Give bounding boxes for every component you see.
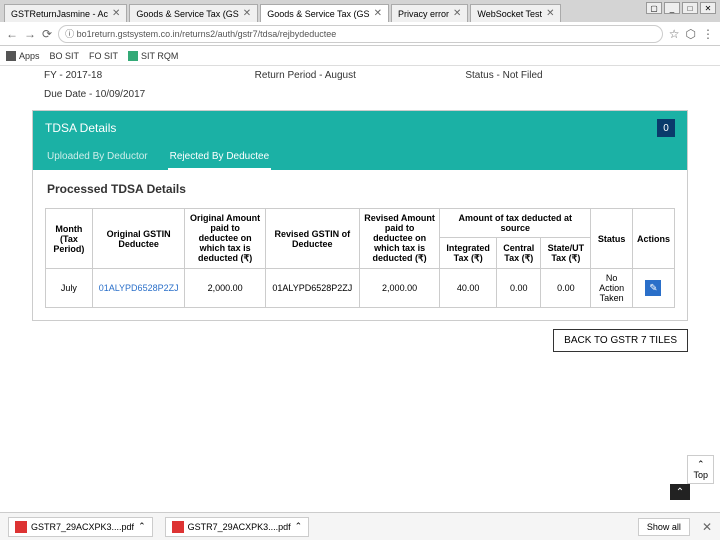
cell-month: July <box>46 269 93 308</box>
reload-icon[interactable]: ⟳ <box>42 27 52 41</box>
window-btn[interactable]: ▢ <box>646 2 662 14</box>
close-icon[interactable]: ✕ <box>546 8 554 19</box>
bookmark-label: Apps <box>19 51 40 61</box>
close-icon[interactable]: ✕ <box>374 8 382 19</box>
info-icon: ⓘ <box>65 27 74 40</box>
shield-icon[interactable]: ⬡ <box>686 27 696 41</box>
bookmark-item[interactable]: SIT RQM <box>128 51 178 61</box>
browser-tabs: GSTReturnJasmine - Ac ✕ Goods & Service T… <box>0 0 720 22</box>
apps-bookmark[interactable]: Apps <box>6 51 40 61</box>
bookmark-item[interactable]: BO SIT <box>50 51 80 61</box>
chevron-up-icon: ⌃ <box>693 459 708 470</box>
browser-tab[interactable]: GSTReturnJasmine - Ac ✕ <box>4 4 127 22</box>
tab-title: Goods & Service Tax (GS <box>136 9 238 19</box>
col-ctax: Central Tax (₹) <box>497 238 541 269</box>
panel-header: TDSA Details 0 <box>33 111 687 145</box>
tab-uploaded[interactable]: Uploaded By Deductor <box>45 145 150 170</box>
cell-orig-amt: 2,000.00 <box>185 269 265 308</box>
pdf-icon <box>172 521 184 533</box>
tab-title: Privacy error <box>398 9 449 19</box>
tdsa-table: Month (Tax Period) Original GSTIN Deduct… <box>45 208 675 308</box>
pdf-icon <box>15 521 27 533</box>
close-icon[interactable]: ✕ <box>243 8 251 19</box>
bookmark-label: BO SIT <box>50 51 80 61</box>
cell-orig-gstin[interactable]: 01ALYPD6528P2ZJ <box>92 269 185 308</box>
col-itax: Integrated Tax (₹) <box>440 238 497 269</box>
close-icon[interactable]: ✕ <box>702 520 712 534</box>
browser-tab[interactable]: Goods & Service Tax (GS ✕ <box>129 4 258 22</box>
tab-title: Goods & Service Tax (GS <box>267 9 369 19</box>
menu-icon[interactable]: ⋮ <box>702 27 714 41</box>
show-all-button[interactable]: Show all <box>638 518 690 536</box>
address-bar: ← → ⟳ ⓘ bo1return.gstsystem.co.in/return… <box>0 22 720 46</box>
fy-info: FY - 2017-18 <box>44 70 255 81</box>
minimize-btn[interactable]: _ <box>664 2 680 14</box>
close-window-btn[interactable]: ✕ <box>700 2 716 14</box>
section-title: Processed TDSA Details <box>33 170 687 208</box>
chevron-up-icon: ⌃ <box>295 521 303 532</box>
col-month: Month (Tax Period) <box>46 209 93 269</box>
col-orig-gstin: Original GSTIN Deductee <box>92 209 185 269</box>
download-name: GSTR7_29ACXPK3....pdf <box>31 522 134 532</box>
cell-rev-gstin: 01ALYPD6528P2ZJ <box>265 269 359 308</box>
cell-actions: ✎ <box>632 269 674 308</box>
chevron-up-icon: ⌃ <box>138 521 146 532</box>
col-actions: Actions <box>632 209 674 269</box>
close-icon[interactable]: ✕ <box>112 8 120 19</box>
scroll-up-dark[interactable]: ⌃ <box>670 484 690 500</box>
star-icon[interactable]: ☆ <box>669 27 680 41</box>
col-rev-gstin: Revised GSTIN of Deductee <box>265 209 359 269</box>
col-tax-group: Amount of tax deducted at source <box>440 209 591 238</box>
period-info: Return Period - August <box>255 70 466 81</box>
tab-rejected[interactable]: Rejected By Deductee <box>168 145 272 170</box>
back-to-tiles-button[interactable]: BACK TO GSTR 7 TILES <box>553 329 688 352</box>
due-info: Due Date - 10/09/2017 <box>44 89 676 100</box>
status-info: Status - Not Filed <box>465 70 676 81</box>
scroll-top-button[interactable]: ⌃ Top <box>687 455 714 484</box>
forward-icon[interactable]: → <box>24 27 36 41</box>
back-icon[interactable]: ← <box>6 27 18 41</box>
page-content: FY - 2017-18 Return Period - August Stat… <box>0 66 720 321</box>
col-status: Status <box>591 209 633 269</box>
close-icon[interactable]: ✕ <box>453 8 461 19</box>
info-row: FY - 2017-18 Return Period - August Stat… <box>8 66 712 85</box>
apps-icon <box>6 51 16 61</box>
cell-ctax: 0.00 <box>497 269 541 308</box>
panel-tabs: Uploaded By Deductor Rejected By Deducte… <box>33 145 687 170</box>
download-item[interactable]: GSTR7_29ACXPK3....pdf ⌃ <box>8 517 153 537</box>
bookmarks-bar: Apps BO SIT FO SIT SIT RQM <box>0 46 720 66</box>
doc-icon <box>128 51 138 61</box>
download-item[interactable]: GSTR7_29ACXPK3....pdf ⌃ <box>165 517 310 537</box>
cell-stax: 0.00 <box>541 269 591 308</box>
download-name: GSTR7_29ACXPK3....pdf <box>188 522 291 532</box>
cell-status: No Action Taken <box>591 269 633 308</box>
browser-tab[interactable]: Goods & Service Tax (GS ✕ <box>260 4 389 22</box>
browser-tab[interactable]: WebSocket Test ✕ <box>470 4 561 22</box>
top-label: Top <box>693 470 708 480</box>
info-row: Due Date - 10/09/2017 <box>8 85 712 104</box>
url-input[interactable]: ⓘ bo1return.gstsystem.co.in/returns2/aut… <box>58 25 663 43</box>
url-text: bo1return.gstsystem.co.in/returns2/auth/… <box>77 29 337 39</box>
bookmark-label: FO SIT <box>89 51 118 61</box>
col-stax: State/UT Tax (₹) <box>541 238 591 269</box>
cell-rev-amt: 2,000.00 <box>359 269 439 308</box>
cell-itax: 40.00 <box>440 269 497 308</box>
tdsa-panel: TDSA Details 0 Uploaded By Deductor Reje… <box>32 110 688 321</box>
browser-tab[interactable]: Privacy error ✕ <box>391 4 468 22</box>
maximize-btn[interactable]: □ <box>682 2 698 14</box>
col-orig-amt: Original Amount paid to deductee on whic… <box>185 209 265 269</box>
count-badge: 0 <box>657 119 675 137</box>
window-controls: ▢ _ □ ✕ <box>646 2 716 14</box>
tab-title: GSTReturnJasmine - Ac <box>11 9 108 19</box>
table-row: July 01ALYPD6528P2ZJ 2,000.00 01ALYPD652… <box>46 269 675 308</box>
downloads-bar: GSTR7_29ACXPK3....pdf ⌃ GSTR7_29ACXPK3...… <box>0 512 720 540</box>
bookmark-item[interactable]: FO SIT <box>89 51 118 61</box>
edit-button[interactable]: ✎ <box>645 280 661 296</box>
panel-title: TDSA Details <box>45 121 116 135</box>
col-rev-amt: Revised Amount paid to deductee on which… <box>359 209 439 269</box>
bookmark-label: SIT RQM <box>141 51 178 61</box>
tab-title: WebSocket Test <box>477 9 542 19</box>
